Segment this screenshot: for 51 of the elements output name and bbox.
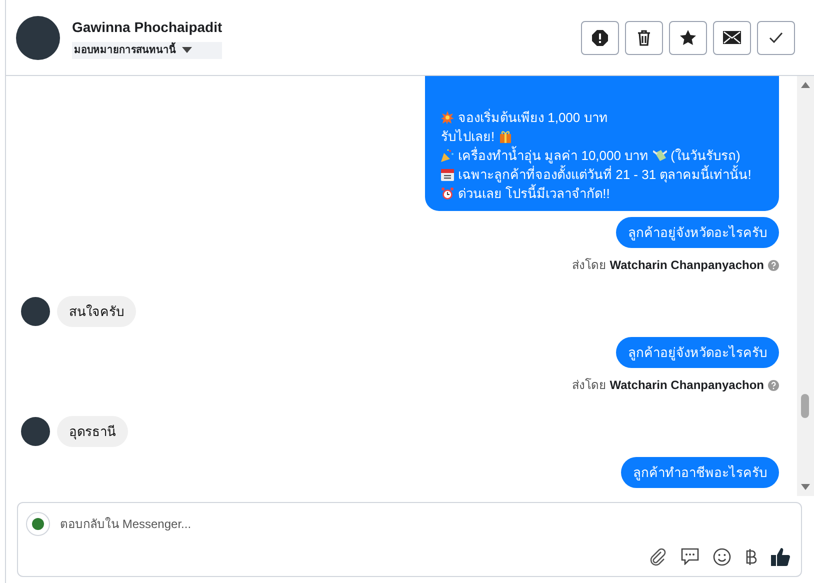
alert-icon <box>592 30 608 46</box>
gift-icon <box>498 130 512 143</box>
reply-box[interactable]: ตอบกลับใน Messenger... <box>17 502 802 577</box>
caret-icon <box>182 47 192 53</box>
message-text: จองเริ่มต้นเพียง 1,000 บาท <box>458 108 608 127</box>
message-text: ด่วนเลย โปรนี้มีเวลาจำกัด!! <box>458 184 610 203</box>
burst-icon <box>441 111 454 124</box>
attachment-icon[interactable] <box>649 548 667 566</box>
message-text: (ในวันรับรถ) <box>670 147 740 165</box>
sent-by-label: ส่งโดย <box>572 377 606 394</box>
done-button[interactable] <box>757 20 795 54</box>
party-popper-icon <box>441 149 454 162</box>
trash-icon <box>637 30 651 46</box>
sender-name: Watcharin Chanpanyachon <box>610 377 764 394</box>
help-icon[interactable] <box>768 260 779 270</box>
page-logo <box>26 512 50 536</box>
message-text: ลูกค้าทำอาชีพอะไรครับ <box>633 464 767 482</box>
help-icon[interactable] <box>768 380 779 390</box>
assign-dropdown[interactable]: มอบหมายการสนทนานี้ <box>72 42 222 58</box>
sent-by-label: ส่งโดย <box>572 257 606 274</box>
sender-name: Watcharin Chanpanyachon <box>610 257 764 274</box>
money-wings-icon <box>652 149 667 162</box>
avatar <box>16 16 60 60</box>
message-text: รับไปเลย! <box>441 128 495 146</box>
reply-input[interactable]: ตอบกลับใน Messenger... <box>60 515 660 533</box>
message-text: ลูกค้าอยู่จังหวัดอะไรครับ <box>628 224 767 242</box>
avatar <box>21 297 50 326</box>
alarm-clock-icon <box>441 187 454 200</box>
scroll-down-icon[interactable] <box>801 484 810 490</box>
calendar-icon <box>441 168 454 181</box>
message-text: เฉพาะลูกค้าที่จองตั้งแต่วันที่ 21 - 31 ตุลาคมนี้เท่านั้น! <box>458 165 752 184</box>
mail-button[interactable] <box>713 20 751 54</box>
baht-icon[interactable] <box>745 548 757 566</box>
avatar <box>21 417 50 446</box>
delete-button[interactable] <box>625 20 663 54</box>
message-text: ลูกค้าอยู่จังหวัดอะไรครับ <box>628 344 767 362</box>
contact-name: Gawinna Phochaipadit <box>72 18 222 37</box>
star-icon <box>680 30 696 45</box>
message-text: สนใจครับ <box>69 303 124 321</box>
thumbs-up-icon[interactable] <box>771 547 791 566</box>
chat-bubble-icon[interactable] <box>681 548 699 565</box>
message-text: อุดรธานี <box>69 423 116 441</box>
smiley-icon[interactable] <box>713 548 731 566</box>
message-text: เครื่องทำน้ำอุ่น มูลค่า 10,000 บาท <box>458 146 649 165</box>
report-button[interactable] <box>581 20 619 54</box>
scroll-up-icon[interactable] <box>801 82 810 88</box>
scrollbar-thumb[interactable] <box>801 394 809 418</box>
envelope-icon <box>723 31 741 44</box>
star-button[interactable] <box>669 20 707 54</box>
checkmark-icon <box>769 32 783 43</box>
scrollbar[interactable] <box>797 76 814 496</box>
